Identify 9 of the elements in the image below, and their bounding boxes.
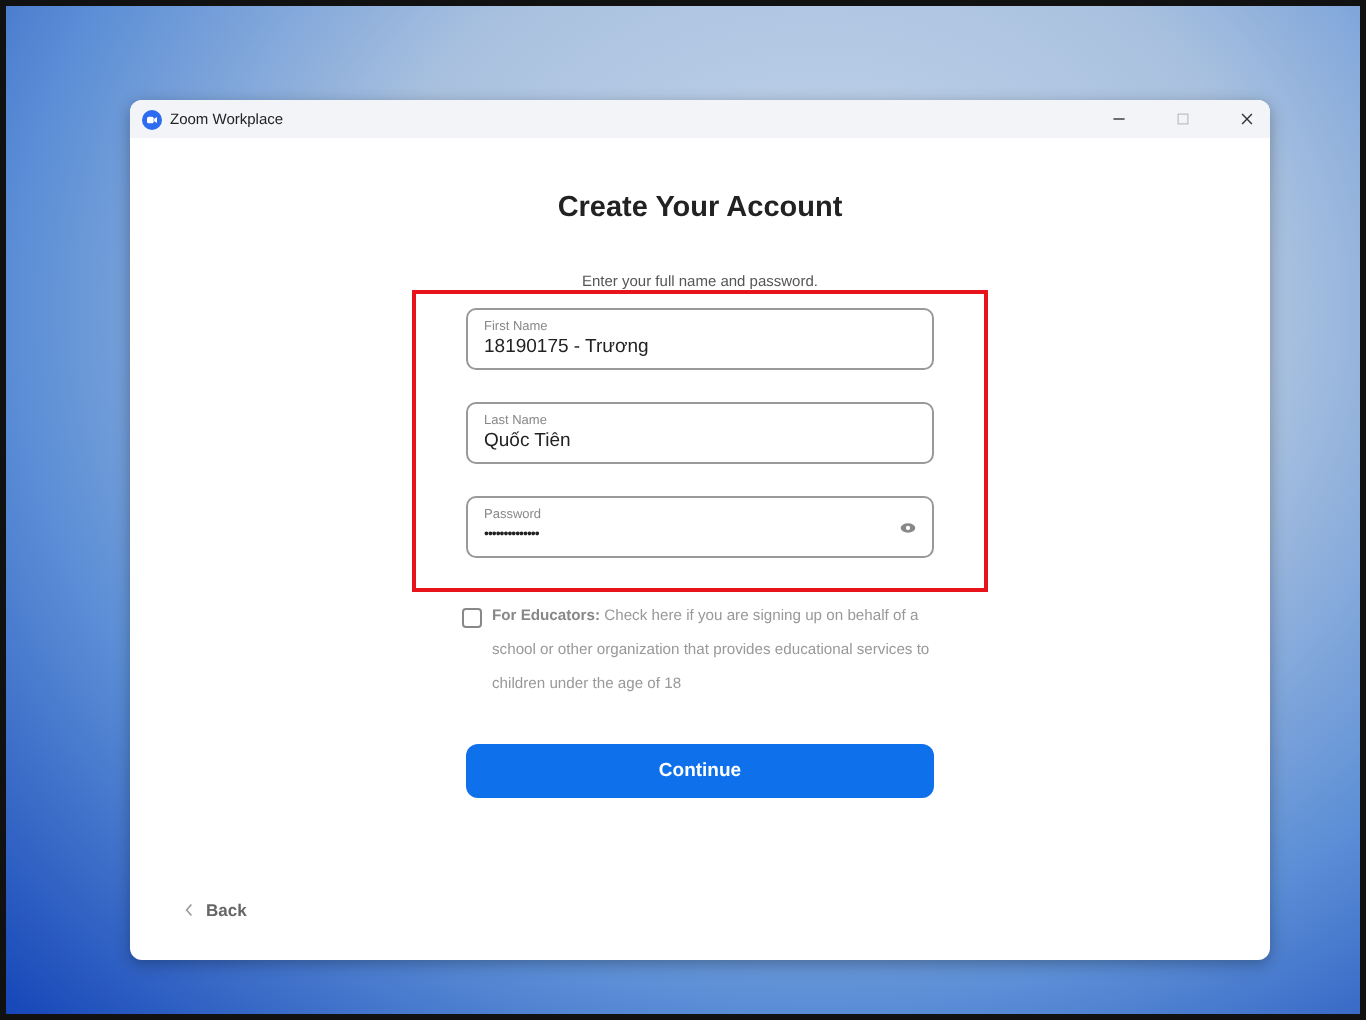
continue-button[interactable]: Continue — [466, 744, 934, 798]
back-link[interactable]: Back — [206, 900, 247, 920]
eye-icon[interactable] — [900, 521, 916, 533]
page-heading: Create Your Account — [557, 192, 843, 224]
app-logo-icon — [142, 109, 162, 129]
back-chevron-icon[interactable] — [184, 902, 194, 918]
educator-checkbox[interactable] — [462, 608, 482, 628]
close-icon[interactable] — [1240, 112, 1254, 126]
minimize-icon[interactable] — [1112, 112, 1126, 126]
